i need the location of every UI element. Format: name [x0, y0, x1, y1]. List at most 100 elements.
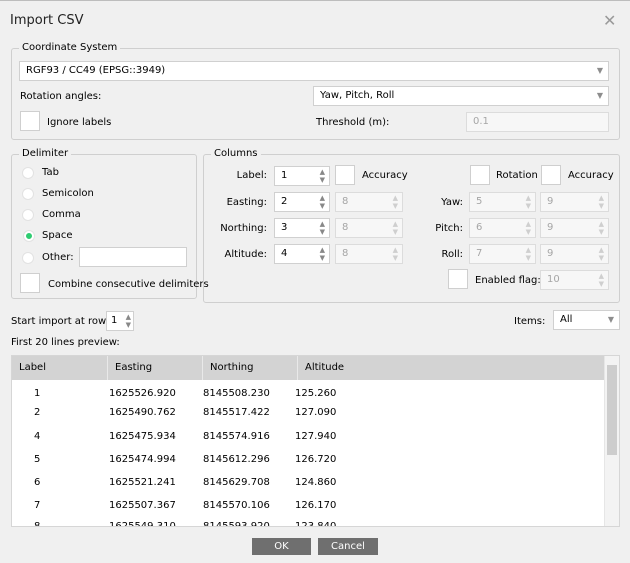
- table-row[interactable]: 4 1625475.934 8145574.916 127.940: [12, 427, 606, 446]
- radio-space[interactable]: [24, 231, 34, 241]
- preview-label: First 20 lines preview:: [11, 337, 120, 348]
- cell-easting: 1625474.994: [109, 454, 176, 465]
- pitch-column-value: 6: [476, 222, 483, 233]
- spin-arrows-icon: ▲ ▼: [392, 220, 398, 236]
- rotation-angles-select[interactable]: Yaw, Pitch, Roll ▼: [313, 86, 609, 106]
- northing-column-input[interactable]: 3 ▲ ▼: [274, 218, 330, 238]
- altitude-accuracy-input[interactable]: 8 ▲ ▼: [335, 244, 403, 264]
- enabled-flag-input[interactable]: 10 ▲ ▼: [540, 270, 609, 290]
- cell-altitude: 123.840: [295, 521, 337, 527]
- close-icon[interactable]: ✕: [603, 11, 616, 30]
- enabled-flag-checkbox[interactable]: [448, 269, 468, 289]
- cancel-button[interactable]: Cancel: [318, 538, 378, 555]
- table-header: Label Easting Northing Altitude: [12, 356, 606, 380]
- cell-altitude: 126.170: [295, 500, 337, 511]
- radio-tab[interactable]: [22, 167, 34, 179]
- combine-delimiters-label: Combine consecutive delimiters: [48, 279, 209, 290]
- yaw-column-input[interactable]: 5 ▲ ▼: [469, 192, 536, 212]
- items-value: All: [560, 314, 573, 325]
- radio-comma[interactable]: [22, 209, 34, 221]
- radio-comma-label: Comma: [42, 209, 81, 220]
- label-column-value: 1: [281, 170, 288, 181]
- yaw-accuracy-input[interactable]: 9 ▲ ▼: [540, 192, 609, 212]
- label-accuracy-checkbox[interactable]: [335, 165, 355, 185]
- table-row[interactable]: 8 1625549.310 8145593.920 123.840: [12, 517, 606, 527]
- rotation-angles-value: Yaw, Pitch, Roll: [320, 90, 395, 101]
- cell-altitude: 125.260: [295, 388, 337, 399]
- cell-altitude: 127.090: [295, 407, 337, 418]
- pitch-accuracy-input[interactable]: 9 ▲ ▼: [540, 218, 609, 238]
- roll-accuracy-input[interactable]: 9 ▲ ▼: [540, 244, 609, 264]
- coordinate-system-select[interactable]: RGF93 / CC49 (EPSG::3949) ▼: [19, 61, 609, 81]
- northing-column-value: 3: [281, 222, 288, 233]
- combine-delimiters-checkbox[interactable]: [20, 273, 40, 293]
- table-row[interactable]: 2 1625490.762 8145517.422 127.090: [12, 403, 606, 422]
- altitude-column-value: 4: [281, 248, 288, 259]
- altitude-accuracy-value: 8: [342, 248, 349, 259]
- enabled-flag-label: Enabled flag:: [475, 275, 541, 286]
- pitch-column-input[interactable]: 6 ▲ ▼: [469, 218, 536, 238]
- table-row[interactable]: 1 1625526.920 8145508.230 125.260: [12, 384, 606, 403]
- spin-arrows-icon: ▲ ▼: [525, 194, 531, 210]
- label-accuracy-label: Accuracy: [362, 170, 408, 181]
- radio-other-label: Other:: [42, 252, 74, 263]
- pitch-column-label: Pitch:: [435, 223, 463, 234]
- easting-column-input[interactable]: 2 ▲ ▼: [274, 192, 330, 212]
- ignore-labels-checkbox[interactable]: [20, 111, 40, 131]
- yaw-column-value: 5: [476, 196, 483, 207]
- table-row[interactable]: 7 1625507.367 8145570.106 126.170: [12, 496, 606, 515]
- other-delimiter-input[interactable]: [79, 247, 187, 267]
- cell-northing: 8145517.422: [203, 407, 270, 418]
- rotation-accuracy-checkbox[interactable]: [541, 165, 561, 185]
- preview-table[interactable]: Label Easting Northing Altitude 1 162552…: [11, 355, 620, 527]
- header-easting[interactable]: Easting: [108, 356, 203, 380]
- cell-altitude: 127.940: [295, 431, 337, 442]
- spin-arrows-icon: ▲ ▼: [598, 194, 604, 210]
- radio-tab-label: Tab: [42, 167, 59, 178]
- easting-column-label: Easting:: [226, 197, 267, 208]
- spin-arrows-icon: ▲ ▼: [598, 272, 604, 288]
- radio-other[interactable]: [22, 252, 34, 264]
- yaw-column-label: Yaw:: [441, 197, 463, 208]
- table-row[interactable]: 5 1625474.994 8145612.296 126.720: [12, 450, 606, 469]
- roll-column-value: 7: [476, 248, 483, 259]
- threshold-input[interactable]: 0.1: [466, 112, 609, 132]
- cell-easting: 1625549.310: [109, 521, 176, 527]
- cell-easting: 1625490.762: [109, 407, 176, 418]
- header-label[interactable]: Label: [12, 356, 108, 380]
- ok-button[interactable]: OK: [252, 538, 311, 555]
- label-column-input[interactable]: 1 ▲ ▼: [274, 166, 330, 186]
- ignore-labels-label: Ignore labels: [47, 117, 112, 128]
- threshold-value: 0.1: [473, 116, 489, 127]
- delimiter-legend: Delimiter: [19, 148, 72, 159]
- import-csv-dialog: Import CSV ✕ Coordinate System RGF93 / C…: [0, 0, 630, 563]
- table-row[interactable]: 6 1625521.241 8145629.708 124.860: [12, 473, 606, 492]
- spin-arrows-icon: ▲ ▼: [598, 220, 604, 236]
- spin-arrows-icon: ▲ ▼: [319, 246, 325, 262]
- dialog-title: Import CSV: [10, 13, 84, 28]
- easting-accuracy-input[interactable]: 8 ▲ ▼: [335, 192, 403, 212]
- items-select[interactable]: All ▼: [553, 310, 620, 330]
- rotation-angles-label: Rotation angles:: [20, 91, 102, 102]
- cell-label: 5: [34, 454, 41, 465]
- cell-label: 6: [34, 477, 41, 488]
- roll-accuracy-value: 9: [547, 248, 554, 259]
- label-column-label: Label:: [236, 170, 267, 181]
- altitude-column-input[interactable]: 4 ▲ ▼: [274, 244, 330, 264]
- roll-column-input[interactable]: 7 ▲ ▼: [469, 244, 536, 264]
- easting-accuracy-value: 8: [342, 196, 349, 207]
- header-northing[interactable]: Northing: [203, 356, 298, 380]
- cell-northing: 8145570.106: [203, 500, 270, 511]
- rotation-checkbox[interactable]: [470, 165, 490, 185]
- threshold-label: Threshold (m):: [316, 117, 390, 128]
- spin-arrows-icon: ▲ ▼: [392, 194, 398, 210]
- spin-arrows-icon: ▲ ▼: [319, 168, 325, 184]
- northing-accuracy-input[interactable]: 8 ▲ ▼: [335, 218, 403, 238]
- vertical-scrollbar[interactable]: [604, 356, 619, 526]
- cell-label: 1: [34, 388, 41, 399]
- scrollbar-thumb[interactable]: [607, 365, 617, 455]
- header-altitude[interactable]: Altitude: [298, 356, 606, 380]
- start-row-input[interactable]: 1 ▲ ▼: [106, 311, 134, 331]
- northing-column-label: Northing:: [220, 223, 267, 234]
- radio-semicolon[interactable]: [22, 188, 34, 200]
